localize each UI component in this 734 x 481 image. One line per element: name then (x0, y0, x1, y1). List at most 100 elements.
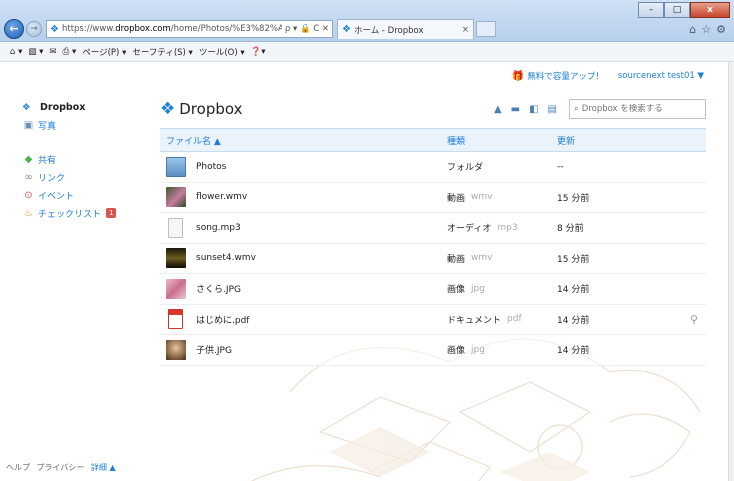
sidebar-item-checklist[interactable]: ♨ チェックリスト 1 (22, 206, 142, 220)
file-table: ファイル名 ▲ 種類 更新 Photos フォルダ -- flower.wmv (160, 128, 706, 366)
search-box[interactable]: ⌕ (569, 99, 706, 119)
sidebar-item-photos[interactable]: ▣ 写真 (22, 118, 142, 132)
tab-title: ホーム - Dropbox (353, 25, 424, 36)
file-modified: 14 分前 (557, 346, 590, 357)
table-row[interactable]: さくら.JPG 画像 jpg 14 分前 (160, 274, 706, 305)
more-link[interactable]: 詳細 ▲ (91, 463, 116, 472)
audio-file-icon (168, 217, 183, 238)
column-modified-header[interactable]: 更新 (557, 134, 667, 147)
column-kind-header[interactable]: 種類 (447, 134, 557, 147)
cmd-tools-menu[interactable]: ツール(O) ▾ (199, 46, 245, 58)
search-input[interactable] (581, 104, 692, 114)
share-folder-icon[interactable]: ◧ (529, 104, 538, 115)
paperclip-icon[interactable]: ⚲ (690, 313, 698, 326)
sidebar-item-links[interactable]: ∞ リンク (22, 170, 142, 184)
file-kind: フォルダ (447, 163, 484, 174)
flower-video-thumbnail-icon (166, 187, 186, 208)
file-kind: 動画 (447, 193, 466, 204)
forward-button[interactable]: → (26, 21, 42, 37)
sidebar-logo-label: Dropbox (40, 101, 86, 113)
table-row[interactable]: sunset4.wmv 動画 wmv 15 分前 (160, 243, 706, 274)
checklist-badge: 1 (106, 208, 117, 218)
file-toolbar: ▲ ▬ ◧ ▤ (494, 104, 557, 115)
file-modified: 15 分前 (557, 254, 590, 265)
file-name[interactable]: はじめに.pdf (196, 313, 249, 326)
maximize-button[interactable]: □ (664, 2, 690, 18)
file-name[interactable]: song.mp3 (196, 223, 241, 233)
file-kind: 画像 (447, 346, 466, 357)
table-row[interactable]: はじめに.pdf ドキュメント pdf 14 分前 ⚲ (160, 304, 706, 335)
address-url: https://www.dropbox.com/home/Photos/%E3%… (61, 24, 282, 34)
file-modified: 14 分前 (557, 315, 590, 326)
file-name[interactable]: Photos (196, 162, 226, 172)
sidebar-item-label: 共有 (38, 155, 57, 166)
file-name[interactable]: さくら.JPG (196, 282, 241, 295)
file-name[interactable]: sunset4.wmv (196, 253, 256, 263)
cmd-safety-menu[interactable]: セーフティ(S) ▾ (132, 46, 192, 58)
cmd-mail[interactable]: ✉ (49, 47, 56, 57)
event-icon: ⊙ (24, 189, 33, 201)
sidebar-item-events[interactable]: ⊙ イベント (22, 188, 142, 202)
sidebar-item-label: リンク (38, 173, 66, 184)
cmd-feeds[interactable]: ▧ ▾ (28, 47, 43, 57)
file-ext: wmv (471, 253, 493, 264)
column-name-header[interactable]: ファイル名 ▲ (160, 134, 447, 147)
close-button[interactable]: x (690, 2, 730, 18)
file-kind: オーディオ (447, 224, 492, 235)
page-scrollbar[interactable] (728, 62, 734, 481)
file-ext: jpg (471, 344, 485, 355)
settings-gear-icon[interactable]: ⚙ (716, 23, 726, 36)
help-link[interactable]: ヘルプ (6, 463, 30, 472)
main-panel: ❖ Dropbox ▲ ▬ ◧ ▤ ⌕ ファイル名 ▲ 種類 更新 (160, 96, 706, 366)
file-modified: 14 分前 (557, 285, 590, 296)
table-row[interactable]: Photos フォルダ -- (160, 152, 706, 183)
dropbox-tab-icon: ❖ (342, 24, 351, 35)
file-modified: -- (557, 161, 564, 172)
dropbox-title-icon: ❖ (160, 99, 176, 119)
cmd-home[interactable]: ⌂ ▾ (10, 47, 22, 57)
new-folder-icon[interactable]: ▬ (511, 104, 520, 115)
new-tab-button[interactable] (476, 21, 496, 37)
favorites-icon[interactable]: ☆ (701, 23, 711, 36)
upgrade-link[interactable]: 無料で容量アップ！ (527, 70, 604, 82)
minimize-button[interactable]: – (638, 2, 664, 18)
cmd-page-menu[interactable]: ページ(P) ▾ (82, 46, 126, 58)
home-icon[interactable]: ⌂ (689, 23, 696, 36)
dropbox-page: 🎁 無料で容量アップ！ sourcenext test01 ▼ ❖ Dropbo… (0, 62, 728, 481)
file-name[interactable]: 子供.JPG (196, 343, 232, 356)
file-ext: pdf (507, 314, 522, 325)
sidebar-item-label: チェックリスト (38, 209, 102, 220)
account-bar: 🎁 無料で容量アップ！ sourcenext test01 ▼ (511, 70, 704, 83)
tab-close-button[interactable]: × (462, 25, 469, 35)
gift-icon: 🎁 (511, 70, 525, 82)
table-row[interactable]: song.mp3 オーディオ mp3 8 分前 (160, 213, 706, 244)
upload-icon[interactable]: ▲ (494, 104, 502, 115)
sunset-video-thumbnail-icon (166, 248, 186, 269)
deleted-files-icon[interactable]: ▤ (548, 104, 557, 115)
cmd-print[interactable]: ⎙ ▾ (63, 47, 77, 57)
file-modified: 15 分前 (557, 193, 590, 204)
privacy-link[interactable]: プライバシー (37, 463, 85, 472)
browser-tab[interactable]: ❖ ホーム - Dropbox × (337, 19, 474, 39)
back-button[interactable]: ← (4, 19, 24, 39)
file-kind: 動画 (447, 254, 466, 265)
file-modified: 8 分前 (557, 224, 584, 235)
address-tools[interactable]: ρ ▾ 🔒 C ✕ (282, 24, 329, 34)
sidebar-logo[interactable]: ❖ Dropbox (22, 100, 142, 114)
window-controls: – □ x (638, 2, 730, 18)
sidebar-item-share[interactable]: ◆ 共有 (22, 152, 142, 166)
cmd-help-menu[interactable]: ❓▾ (251, 47, 266, 57)
address-bar[interactable]: ❖ https://www.dropbox.com/home/Photos/%E… (46, 20, 333, 38)
footer-links: ヘルプ プライバシー 詳細 ▲ (6, 462, 120, 473)
table-row[interactable]: flower.wmv 動画 wmv 15 分前 (160, 182, 706, 213)
search-icon: ⌕ (574, 104, 579, 114)
command-bar: ⌂ ▾ ▧ ▾ ✉ ⎙ ▾ ページ(P) ▾ セーフティ(S) ▾ ツール(O)… (0, 42, 734, 62)
sidebar-item-label: イベント (38, 191, 75, 202)
page-title: Dropbox (179, 100, 243, 118)
file-name[interactable]: flower.wmv (196, 192, 247, 202)
sidebar: ❖ Dropbox ▣ 写真 ◆ 共有 ∞ リンク ⊙ イベント ♨ チェックリ… (22, 100, 142, 220)
dropbox-favicon-icon: ❖ (50, 23, 59, 35)
user-menu[interactable]: sourcenext test01 ▼ (618, 71, 704, 81)
file-ext: mp3 (497, 222, 518, 233)
table-row[interactable]: 子供.JPG 画像 jpg 14 分前 (160, 335, 706, 366)
